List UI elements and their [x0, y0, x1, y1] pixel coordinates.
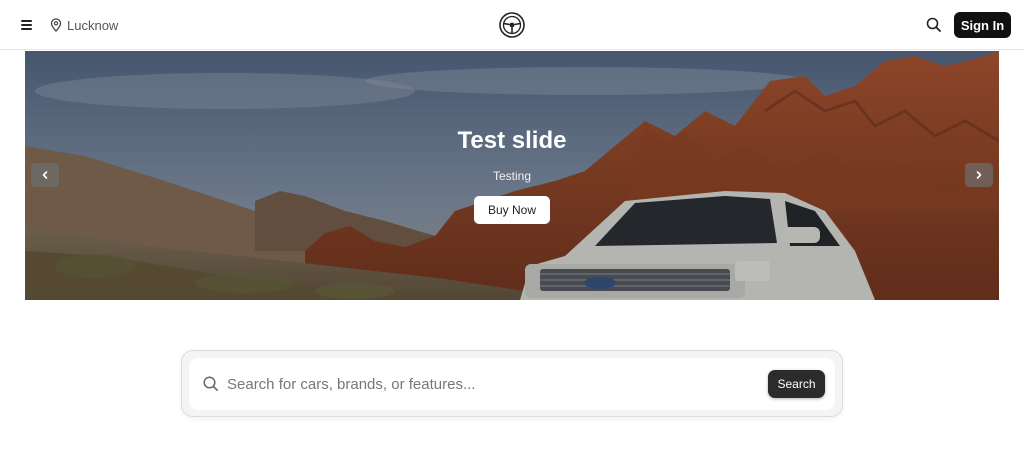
top-navbar: Lucknow Sign In [0, 0, 1024, 50]
search-container: Search [181, 350, 843, 417]
search-icon [203, 376, 218, 391]
chevron-right-icon [976, 171, 982, 179]
slide-title: Test slide [457, 127, 567, 154]
slider-next-button[interactable] [965, 163, 993, 187]
search-input[interactable] [227, 370, 747, 398]
chevron-left-icon [42, 171, 48, 179]
location-label: Lucknow [67, 17, 119, 33]
buy-now-button[interactable]: Buy Now [474, 196, 550, 224]
steering-wheel-logo[interactable] [499, 12, 525, 38]
map-pin-icon [50, 18, 62, 32]
sign-in-button[interactable]: Sign In [954, 12, 1011, 38]
slide-subtitle: Testing [492, 169, 532, 183]
search-icon[interactable] [925, 16, 943, 34]
hero-slider: Test slide Testing Buy Now [25, 51, 999, 300]
search-box: Search [189, 358, 835, 410]
menu-icon[interactable] [18, 16, 36, 34]
location-selector[interactable]: Lucknow [50, 16, 118, 34]
search-button[interactable]: Search [768, 370, 825, 398]
slider-prev-button[interactable] [31, 163, 59, 187]
